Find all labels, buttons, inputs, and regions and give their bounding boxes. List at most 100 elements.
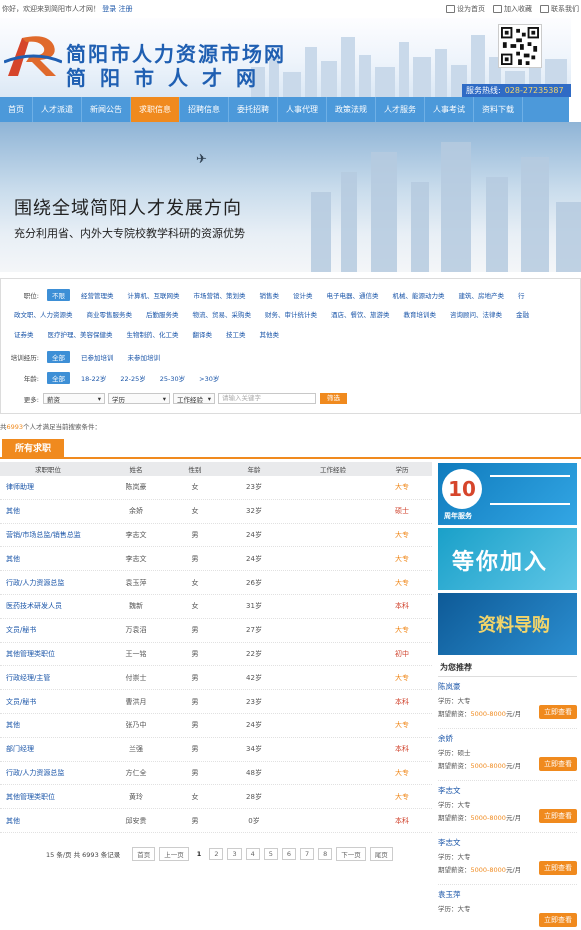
job-option[interactable]: 技工类 <box>219 329 253 339</box>
job-title-link[interactable]: 文员/秘书 <box>0 697 96 707</box>
job-option[interactable]: 销售类 <box>253 290 287 300</box>
contact-link[interactable]: 联系我们 <box>540 4 579 14</box>
ad-banner-join[interactable]: 等你加入 <box>438 528 577 590</box>
page-button[interactable]: 3 <box>227 848 242 860</box>
nav-item-1[interactable]: 人才派遣 <box>33 97 82 122</box>
job-title-link[interactable]: 其他 <box>0 816 96 826</box>
nav-item-5[interactable]: 委托招聘 <box>229 97 278 122</box>
job-title-link[interactable]: 行政经理/主管 <box>0 673 96 683</box>
view-button[interactable]: 立即查看 <box>539 861 577 875</box>
site-logo[interactable] <box>4 32 62 80</box>
page-button[interactable]: 6 <box>281 848 297 860</box>
page-button[interactable]: 4 <box>245 848 260 860</box>
job-option[interactable]: 其他类 <box>253 329 287 339</box>
recommend-name[interactable]: 陈岚豪 <box>438 681 461 692</box>
job-title-link[interactable]: 文员/秘书 <box>0 625 96 635</box>
job-option[interactable]: 计算机、互联网类 <box>121 290 187 300</box>
keyword-input[interactable]: 请输入关键字 <box>218 393 316 404</box>
job-title-link[interactable]: 医药技术研发人员 <box>0 601 96 611</box>
training-filter-selected[interactable]: 全部 <box>47 351 70 363</box>
training-option[interactable]: 未参加培训 <box>121 352 168 362</box>
nav-item-6[interactable]: 人事代理 <box>278 97 327 122</box>
training-option[interactable]: 已参加培训 <box>74 352 121 362</box>
page-button[interactable]: 5 <box>263 848 278 860</box>
job-option[interactable]: 建筑、房地产类 <box>452 290 512 300</box>
job-option[interactable]: 经营管理类 <box>74 290 121 300</box>
job-option[interactable]: 行 <box>511 290 532 300</box>
nav-item-2[interactable]: 新闻公告 <box>82 97 131 122</box>
job-title-link[interactable]: 行政/人力资源总监 <box>0 578 96 588</box>
job-title-link[interactable]: 其他 <box>0 720 96 730</box>
nav-item-4[interactable]: 招聘信息 <box>180 97 229 122</box>
last-page-button[interactable]: 尾页 <box>369 847 393 861</box>
job-option[interactable]: 生物制药、化工类 <box>120 329 186 339</box>
ad-banner-anniversary[interactable]: 10 周年服务 <box>438 463 577 525</box>
age-option[interactable]: >30岁 <box>192 373 226 383</box>
nav-item-10[interactable]: 资料下载 <box>474 97 523 122</box>
recommend-name[interactable]: 余娇 <box>438 733 453 744</box>
login-link[interactable]: 登录 <box>102 5 116 13</box>
job-option[interactable]: 设计类 <box>286 290 320 300</box>
view-button[interactable]: 立即查看 <box>539 913 577 927</box>
page-button[interactable]: 2 <box>209 848 224 860</box>
job-title-link[interactable]: 营销/市场总监/销售总监 <box>0 530 96 540</box>
banner-subline: 充分利用省、内外大专院校教学科研的资源优势 <box>14 227 245 240</box>
experience-dropdown[interactable]: 工作经验 ▾ <box>173 393 215 404</box>
view-button[interactable]: 立即查看 <box>539 809 577 823</box>
job-option[interactable]: 物流、贸易、采购类 <box>186 309 259 319</box>
name-cell: 陈岚豪 <box>125 483 147 492</box>
age-option[interactable]: 22-25岁 <box>113 373 152 383</box>
job-option[interactable]: 教育培训类 <box>397 309 444 319</box>
age-cell: 48岁 <box>246 768 262 777</box>
job-title-link[interactable]: 其他管理类职位 <box>0 649 96 659</box>
age-option[interactable]: 18-22岁 <box>74 373 113 383</box>
job-option[interactable]: 证券类 <box>7 329 41 339</box>
nav-item-7[interactable]: 政策法规 <box>327 97 376 122</box>
education-dropdown[interactable]: 学历 ▾ <box>108 393 170 404</box>
tab-all-jobseekers[interactable]: 所有求职 <box>2 439 64 459</box>
first-page-button[interactable]: 首页 <box>132 847 156 861</box>
job-option[interactable]: 后勤服务类 <box>139 309 186 319</box>
job-option[interactable]: 翻译类 <box>186 329 220 339</box>
nav-item-0[interactable]: 首页 <box>0 97 33 122</box>
job-title-link[interactable]: 行政/人力资源总监 <box>0 768 96 778</box>
ad-banner-guide[interactable]: 资料导购 <box>438 593 577 655</box>
view-button[interactable]: 立即查看 <box>539 705 577 719</box>
job-option[interactable]: 金融 <box>509 309 536 319</box>
job-option[interactable]: 商业零售服务类 <box>80 309 140 319</box>
salary-dropdown[interactable]: 薪资 ▾ <box>43 393 105 404</box>
job-option[interactable]: 机械、能源动力类 <box>386 290 452 300</box>
job-option[interactable]: 医疗护理、美容保健类 <box>41 329 120 339</box>
next-page-button[interactable]: 下一页 <box>336 847 366 861</box>
view-button[interactable]: 立即查看 <box>539 757 577 771</box>
filter-button[interactable]: 筛选 <box>320 393 347 404</box>
recommend-name[interactable]: 李志文 <box>438 785 461 796</box>
page-button[interactable]: 8 <box>318 848 333 860</box>
job-option[interactable]: 电子电器、通信类 <box>320 290 386 300</box>
job-title-link[interactable]: 其他管理类职位 <box>0 792 96 802</box>
recommend-name[interactable]: 袁玉萍 <box>438 889 461 900</box>
nav-item-8[interactable]: 人才服务 <box>376 97 425 122</box>
job-filter-selected[interactable]: 不限 <box>47 289 70 301</box>
prev-page-button[interactable]: 上一页 <box>159 847 189 861</box>
add-favorite-link[interactable]: 加入收藏 <box>493 4 532 14</box>
job-option[interactable]: 咨询顾问、法律类 <box>443 309 509 319</box>
register-link[interactable]: 注册 <box>118 5 132 13</box>
age-option[interactable]: 25-30岁 <box>153 373 192 383</box>
page-button[interactable]: 7 <box>300 848 315 860</box>
job-title-link[interactable]: 律师助理 <box>0 482 96 492</box>
job-title-link[interactable]: 部门经理 <box>0 744 96 754</box>
job-option[interactable]: 政文职、人力资源类 <box>7 309 80 319</box>
age-filter-selected[interactable]: 全部 <box>47 372 70 384</box>
nav-item-3[interactable]: 求职信息 <box>131 97 180 122</box>
job-title-link[interactable]: 其他 <box>0 506 96 516</box>
job-option[interactable]: 财务、审计统计类 <box>258 309 324 319</box>
contact-icon <box>540 5 549 13</box>
job-title-link[interactable]: 其他 <box>0 554 96 564</box>
nav-item-9[interactable]: 人事考试 <box>425 97 474 122</box>
job-option[interactable]: 酒店、餐饮、旅游类 <box>324 309 397 319</box>
set-home-link[interactable]: 设为首页 <box>446 4 485 14</box>
job-option[interactable]: 市场营销、策划类 <box>187 290 253 300</box>
experience-dropdown-value: 工作经验 <box>177 395 203 404</box>
recommend-name[interactable]: 李志文 <box>438 837 461 848</box>
